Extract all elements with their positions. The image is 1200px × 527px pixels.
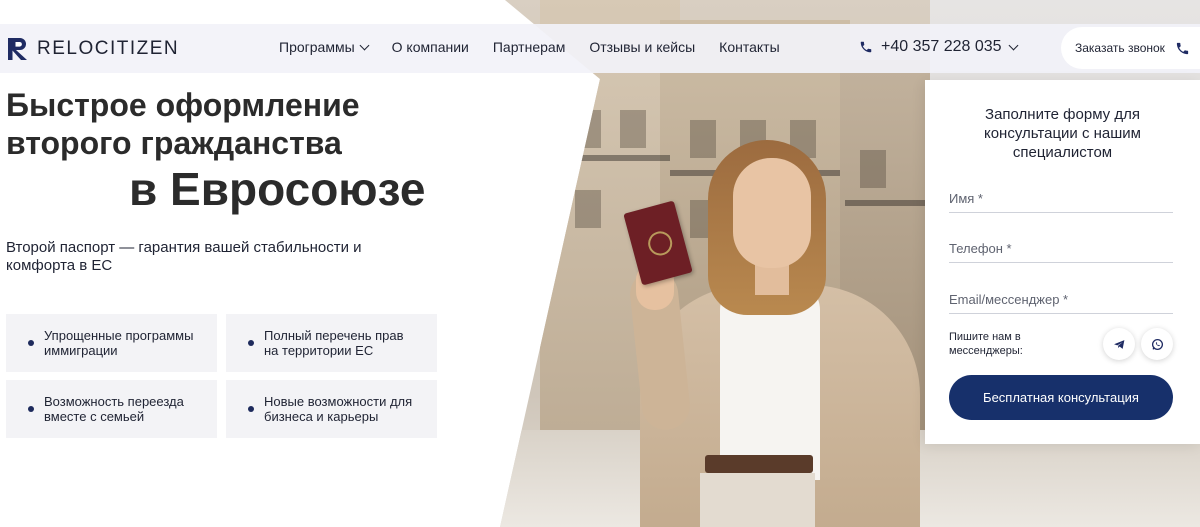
callback-button[interactable]: Заказать звонок bbox=[1061, 27, 1200, 69]
email-field[interactable]: Email/мессенджер * bbox=[949, 284, 1173, 314]
phone-number: +40 357 228 035 bbox=[881, 38, 1002, 55]
logo[interactable]: RELOCITIZEN bbox=[7, 37, 179, 61]
bullet-icon bbox=[248, 340, 254, 346]
benefits-grid: Упрощенные программы иммиграции Полный п… bbox=[6, 314, 438, 438]
callback-label: Заказать звонок bbox=[1075, 41, 1165, 55]
benefit-card: Возможность переезда вместе с семьей bbox=[6, 380, 217, 438]
phone-field[interactable]: Телефон * bbox=[949, 233, 1173, 263]
benefit-text: Полный перечень прав на территории ЕС bbox=[264, 328, 404, 358]
benefit-text: Упрощенные программы иммиграции bbox=[44, 328, 194, 358]
name-placeholder: Имя * bbox=[949, 191, 983, 206]
form-title: Заполните форму для консультации с нашим… bbox=[983, 106, 1141, 161]
hero-title-line-3: в Евросоюзе bbox=[129, 163, 426, 215]
logo-mark-icon bbox=[8, 38, 27, 60]
consultation-form: Заполните форму для консультации с нашим… bbox=[925, 80, 1200, 444]
benefit-text: Новые возможности для бизнеса и карьеры bbox=[264, 394, 413, 424]
phone-dropdown[interactable]: +40 357 228 035 bbox=[859, 38, 1019, 56]
hero-title-line-2: второго гражданства bbox=[6, 125, 342, 161]
hero-title-line-1: Быстрое оформление bbox=[6, 87, 360, 123]
menu-item-label: Контакты bbox=[719, 39, 780, 55]
menu-item-reviews[interactable]: Отзывы и кейсы bbox=[589, 39, 695, 55]
whatsapp-icon bbox=[1151, 338, 1163, 350]
telegram-icon bbox=[1113, 339, 1124, 349]
hero-subtitle: Второй паспорт — гарантия вашей стабильн… bbox=[6, 239, 362, 274]
menu-item-about[interactable]: О компании bbox=[392, 39, 469, 55]
bullet-icon bbox=[28, 340, 34, 346]
benefit-text: Возможность переезда вместе с семьей bbox=[44, 394, 184, 424]
benefit-card: Упрощенные программы иммиграции bbox=[6, 314, 217, 372]
phone-icon bbox=[860, 41, 872, 53]
free-consultation-button[interactable]: Бесплатная консультация bbox=[949, 375, 1173, 420]
menu-item-label: Отзывы и кейсы bbox=[589, 39, 696, 55]
benefit-card: Новые возможности для бизнеса и карьеры bbox=[226, 380, 437, 438]
menu-item-partners[interactable]: Партнерам bbox=[493, 39, 565, 55]
phone-icon bbox=[1176, 42, 1189, 54]
menu-item-label: Партнерам bbox=[492, 39, 566, 55]
menu-item-contacts[interactable]: Контакты bbox=[719, 39, 779, 55]
telegram-button[interactable] bbox=[1103, 328, 1135, 360]
cta-label: Бесплатная консультация bbox=[983, 390, 1139, 405]
messenger-label: Пишите нам в мессенджеры: bbox=[949, 331, 1023, 357]
brand-name: RELOCITIZEN bbox=[37, 38, 180, 59]
bullet-icon bbox=[248, 406, 254, 412]
chevron-down-icon bbox=[1008, 40, 1019, 50]
phone-placeholder: Телефон * bbox=[949, 241, 1012, 256]
bullet-icon bbox=[28, 406, 34, 412]
whatsapp-button[interactable] bbox=[1141, 328, 1173, 360]
chevron-down-icon bbox=[359, 40, 370, 50]
main-menu: Программы О компании Партнерам Отзывы и … bbox=[279, 39, 780, 55]
passport-image bbox=[623, 200, 693, 286]
benefit-card: Полный перечень прав на территории ЕС bbox=[226, 314, 437, 372]
menu-item-label: Программы bbox=[279, 39, 355, 55]
menu-item-programs[interactable]: Программы bbox=[279, 39, 370, 55]
email-placeholder: Email/мессенджер * bbox=[949, 292, 1069, 307]
name-field[interactable]: Имя * bbox=[949, 183, 1173, 213]
menu-item-label: О компании bbox=[391, 39, 469, 55]
